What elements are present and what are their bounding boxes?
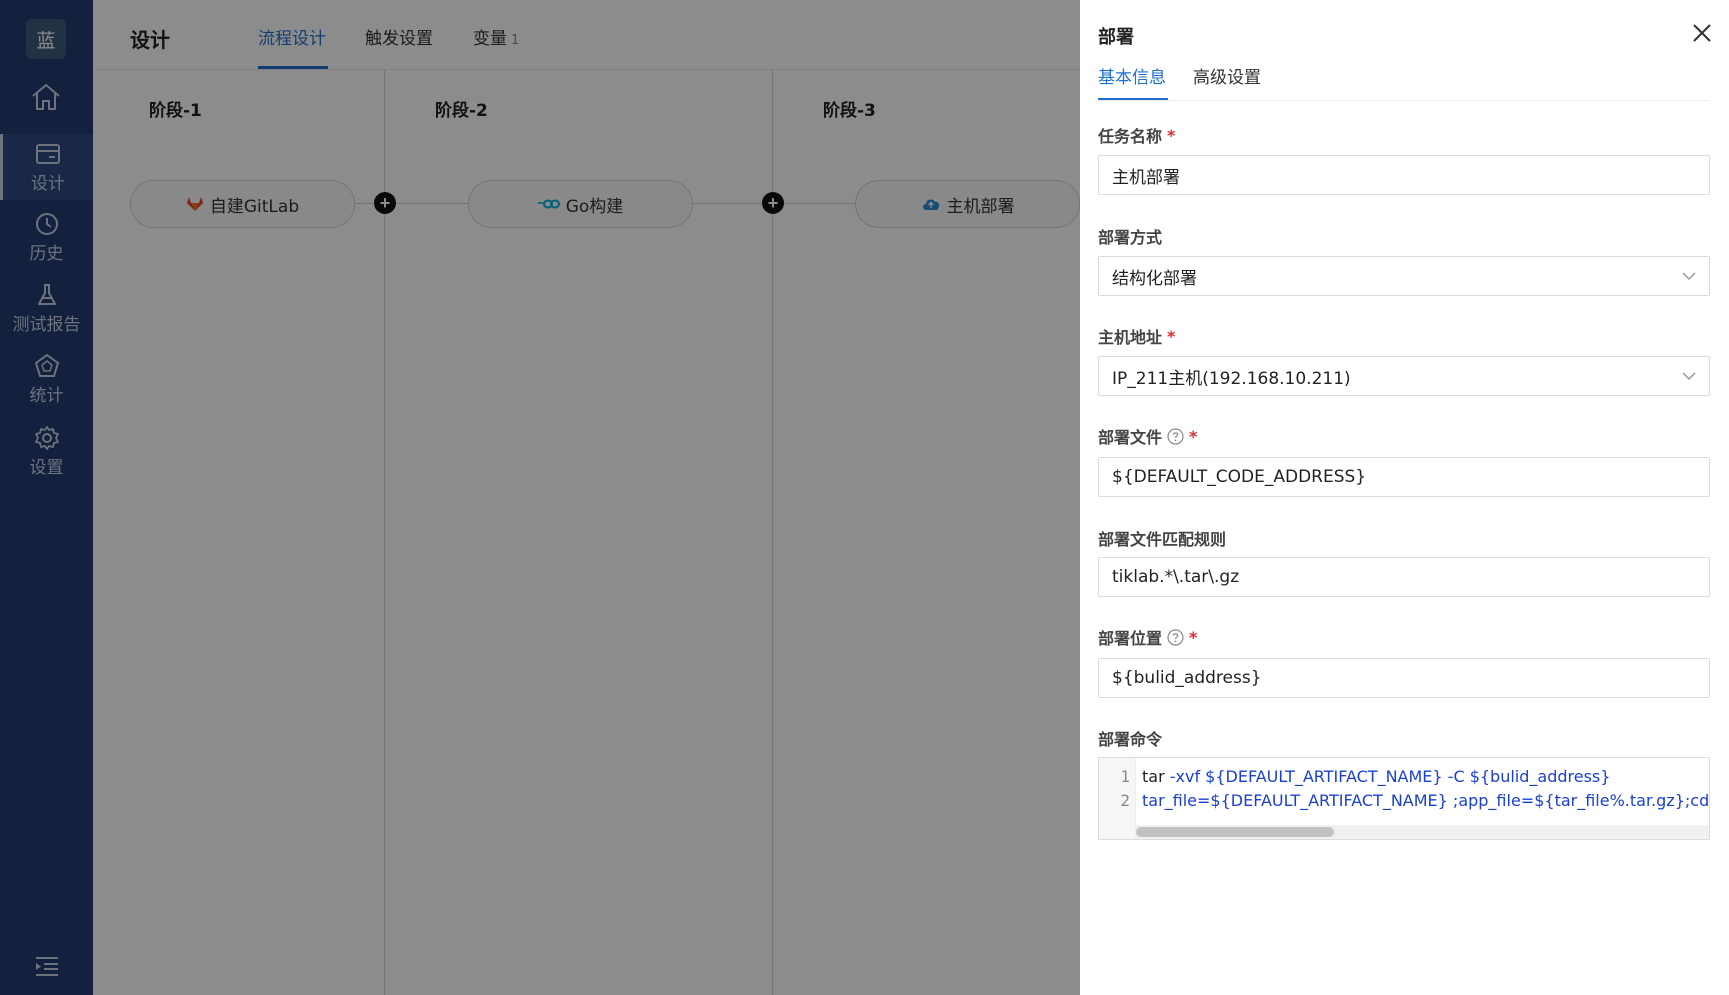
host-address-select[interactable]: IP_211主机(192.168.10.211) — [1098, 356, 1710, 396]
required-marker: * — [1167, 326, 1176, 346]
task-name-input[interactable]: 主机部署 — [1098, 155, 1710, 195]
deploy-file-label: 部署文件 * — [1098, 424, 1197, 448]
code-args: tar_file=${DEFAULT_ARTIFACT_NAME} ;app_f… — [1142, 791, 1710, 810]
required-marker: * — [1167, 125, 1176, 145]
field-label-text: 任务名称 — [1098, 127, 1163, 146]
code-line: tar_file=${DEFAULT_ARTIFACT_NAME} ;app_f… — [1142, 791, 1710, 810]
deploy-file-input[interactable]: ${DEFAULT_CODE_ADDRESS} — [1098, 457, 1710, 497]
match-rule-input[interactable]: tiklab.*\.tar\.gz — [1098, 557, 1710, 597]
help-icon[interactable] — [1167, 628, 1184, 646]
scrollbar-thumb[interactable] — [1136, 827, 1334, 837]
code-args: -xvf ${DEFAULT_ARTIFACT_NAME} -C ${bulid… — [1164, 767, 1611, 786]
field-label-text: 主机地址 — [1098, 328, 1163, 347]
code-line: tar -xvf ${DEFAULT_ARTIFACT_NAME} -C ${b… — [1142, 767, 1610, 786]
chevron-down-icon — [1682, 371, 1696, 381]
field-label-text: 部署方式 — [1098, 228, 1163, 247]
deploy-mode-label: 部署方式 — [1098, 224, 1162, 248]
line-number-gutter: 1 2 — [1099, 758, 1136, 839]
chevron-down-icon — [1682, 271, 1696, 281]
deploy-command-label: 部署命令 — [1098, 726, 1162, 750]
field-label-text: 部署文件匹配规则 — [1098, 530, 1227, 549]
close-icon[interactable] — [1691, 22, 1713, 44]
deploy-location-input[interactable]: ${bulid_address} — [1098, 658, 1710, 698]
deploy-mode-value: 结构化部署 — [1112, 268, 1197, 289]
horizontal-scrollbar[interactable] — [1136, 825, 1709, 839]
field-label-text: 部署文件 — [1098, 428, 1163, 447]
match-rule-label: 部署文件匹配规则 — [1098, 526, 1226, 550]
drawer-title: 部署 — [1098, 27, 1134, 48]
deploy-command-editor[interactable]: 1 2 tar -xvf ${DEFAULT_ARTIFACT_NAME} -C… — [1098, 757, 1710, 840]
code-command: tar — [1142, 767, 1165, 786]
active-tab-indicator — [1098, 98, 1168, 100]
tab-divider — [1098, 100, 1710, 101]
field-label-text: 部署位置 — [1098, 629, 1163, 648]
tab-advanced-settings[interactable]: 高级设置 — [1193, 63, 1261, 88]
line-number: 1 — [1120, 767, 1130, 786]
modal-backdrop[interactable] — [0, 0, 1080, 995]
deploy-drawer: 部署 基本信息 高级设置 任务名称 * 主机部署 部署方式 结构化部署 主机地址 *… — [1080, 0, 1729, 995]
help-icon[interactable] — [1167, 427, 1184, 445]
host-address-value: IP_211主机(192.168.10.211) — [1112, 368, 1351, 389]
deploy-mode-select[interactable]: 结构化部署 — [1098, 256, 1710, 296]
field-label-text: 部署命令 — [1098, 730, 1163, 749]
deploy-location-label: 部署位置 * — [1098, 625, 1197, 649]
required-marker: * — [1189, 627, 1198, 647]
tab-basic-info[interactable]: 基本信息 — [1098, 63, 1166, 88]
task-name-label: 任务名称 * — [1098, 123, 1175, 147]
host-address-label: 主机地址 * — [1098, 324, 1175, 348]
required-marker: * — [1189, 426, 1198, 446]
line-number: 2 — [1120, 791, 1130, 810]
